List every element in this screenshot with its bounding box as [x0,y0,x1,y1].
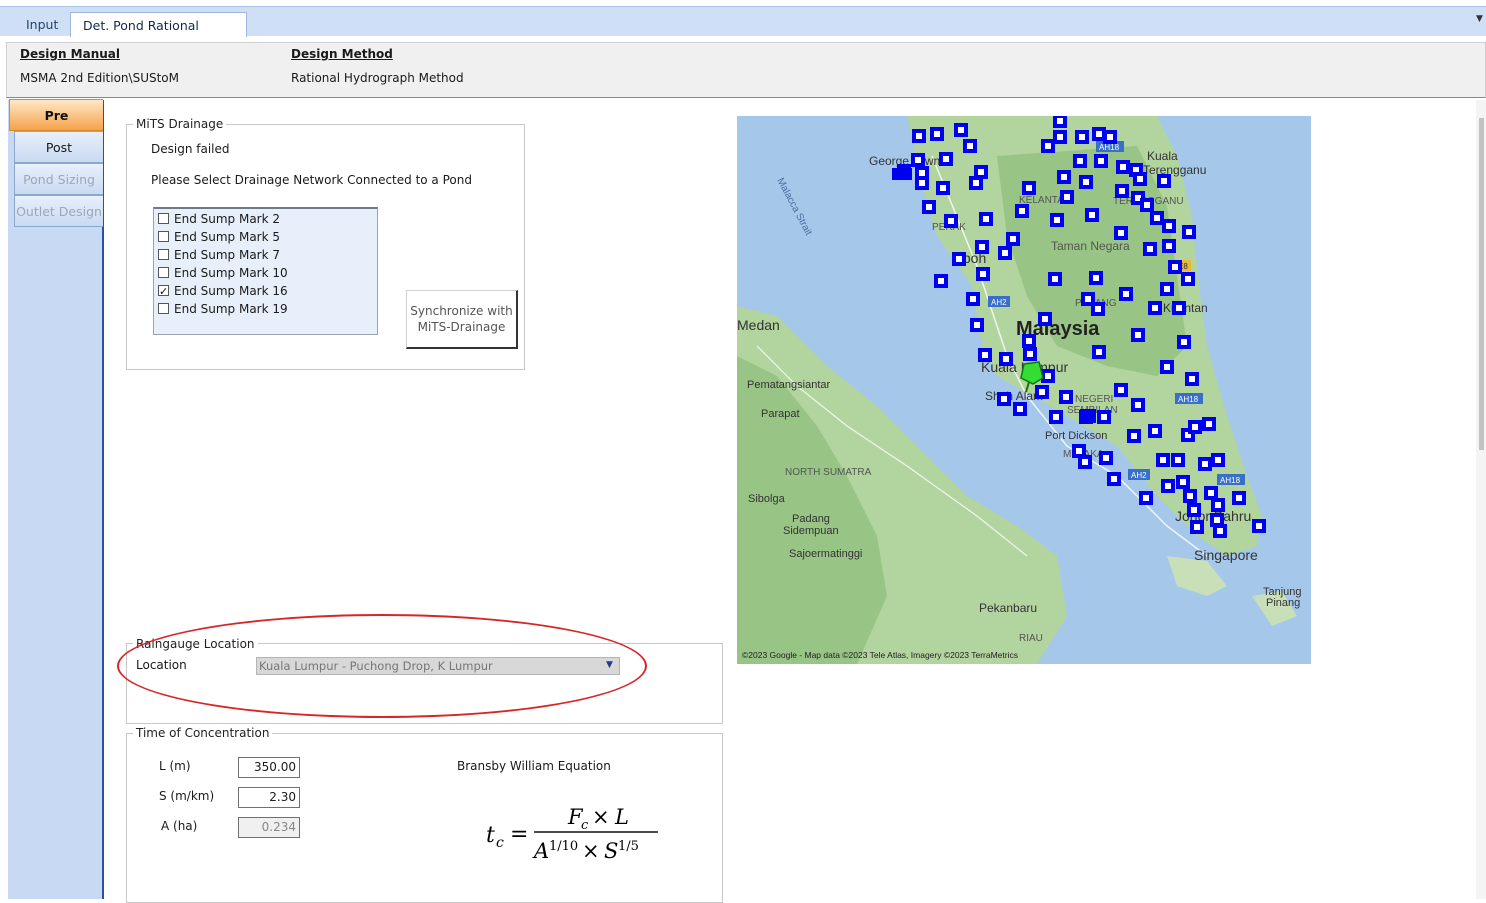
sump-checklist[interactable]: End Sump Mark 2 End Sump Mark 5 End Sump… [153,207,378,335]
bransby-williams-formula: t c = F c × L A 1/10 × S 1/5 [482,798,682,868]
nav-pre-button[interactable]: Pre [9,99,103,131]
sump-label: End Sump Mark 7 [174,248,281,262]
list-item[interactable]: End Sump Mark 10 [158,264,288,282]
map-label-terengganu-city: Terengganu [1143,163,1206,177]
sync-line-1: Synchronize with [410,304,513,318]
scrollbar-thumb[interactable] [1479,118,1484,450]
mits-drainage-title: MiTS Drainage [133,117,227,131]
map-label-sidempuan: Sidempuan [783,525,839,537]
map-label-padang: Padang [792,513,830,525]
shield-ah18-a: AH18 [1099,143,1120,152]
map-label-north-sumatra: NORTH SUMATRA [785,467,872,478]
checkbox[interactable] [158,249,169,260]
svg-text:=: = [510,822,528,847]
nav-post-button[interactable]: Post [14,131,103,163]
svg-text:c: c [496,835,504,851]
raingauge-location-title: Raingauge Location [133,637,258,651]
design-manual-value: MSMA 2nd Edition\SUStoM [20,71,179,85]
map-label-port-dickson: Port Dickson [1045,430,1107,442]
list-item[interactable]: End Sump Mark 5 [158,228,280,246]
sump-label: End Sump Mark 19 [174,302,288,316]
checkbox[interactable] [158,213,169,224]
svg-text:1/5: 1/5 [618,839,639,854]
length-input[interactable]: 350.00 [238,757,300,778]
svg-text:1/10: 1/10 [549,839,578,854]
svg-text:×: × [582,839,600,863]
tab-list-dropdown-icon[interactable]: ▼ [1476,14,1483,24]
nav-outlet-design-button[interactable]: Outlet Design [14,195,103,227]
map-attribution: ©2023 Google - Map data ©2023 Tele Atlas… [742,650,1018,660]
map-label-kuala: Kuala [1147,149,1178,163]
list-item[interactable]: End Sump Mark 19 [158,300,288,318]
map-label-pekanbaru: Pekanbaru [979,601,1037,615]
svg-text:t: t [486,823,495,848]
sump-label: End Sump Mark 2 [174,212,281,226]
chevron-down-icon[interactable]: ▼ [606,660,613,670]
area-label: A (ha) [161,819,198,833]
list-item[interactable]: End Sump Mark 2 [158,210,280,228]
sump-label: End Sump Mark 10 [174,266,288,280]
design-header-panel [6,42,1486,98]
sump-label: End Sump Mark 5 [174,230,281,244]
design-status-text: Design failed [151,142,230,156]
raingauge-map[interactable]: George Town Kuala Terengganu Malacca Str… [737,116,1311,664]
map-label-medan: Medan [737,317,780,333]
time-of-concentration-title: Time of Concentration [133,726,273,740]
svg-text:L: L [614,805,629,829]
map-label-sibolga: Sibolga [748,493,786,505]
map-label-parapat: Parapat [761,408,800,420]
map-canvas: George Town Kuala Terengganu Malacca Str… [737,116,1311,664]
svg-text:S: S [604,839,618,863]
design-manual-label: Design Manual [20,47,121,61]
svg-text:A: A [532,839,549,863]
shield-ah18-c: AH18 [1220,476,1241,485]
checkbox[interactable] [158,267,169,278]
checkbox[interactable] [158,303,169,314]
map-label-pematangsiantar: Pematangsiantar [747,379,830,391]
checkbox[interactable] [158,231,169,242]
map-label-taman-negara: Taman Negara [1051,239,1130,253]
sump-label: End Sump Mark 16 [174,284,288,298]
sync-line-2: MiTS-Drainage [417,320,506,334]
shield-ah2-b: AH2 [1131,471,1147,480]
select-network-instruction: Please Select Drainage Network Connected… [151,173,472,187]
map-label-sajoermatinggi: Sajoermatinggi [789,548,862,560]
tab-input[interactable]: Input [14,12,72,37]
map-label-shah-alam: Shah Alam [985,389,1043,403]
svg-text:×: × [592,805,610,829]
raingauge-location-group [126,643,723,724]
design-method-value: Rational Hydrograph Method [291,71,464,85]
shield-ah2-a: AH2 [991,298,1007,307]
location-select[interactable]: Kuala Lumpur - Puchong Drop, K Lumpur [256,657,620,675]
equation-name: Bransby William Equation [457,759,611,773]
list-item[interactable]: End Sump Mark 7 [158,246,280,264]
checkbox-checked[interactable] [158,283,169,301]
tab-det-pond-rational[interactable]: Det. Pond Rational MSMA 2 [70,12,247,58]
slope-label: S (m/km) [159,789,215,803]
map-label-singapore: Singapore [1194,547,1258,563]
area-value: 0.234 [238,817,300,838]
map-label-riau: RIAU [1019,633,1043,644]
map-label-pinang: Pinang [1266,597,1300,609]
location-label: Location [136,658,187,672]
nav-pond-sizing-button[interactable]: Pond Sizing [14,163,103,195]
list-item[interactable]: End Sump Mark 16 [158,282,288,301]
length-label: L (m) [159,759,191,773]
map-label-negeri: NEGERI [1075,394,1113,405]
design-method-label: Design Method [291,47,393,61]
slope-input[interactable]: 2.30 [238,787,300,808]
svg-text:c: c [581,818,589,833]
shield-ah18-b: AH18 [1178,395,1199,404]
synchronize-mits-button[interactable]: Synchronize with MiTS-Drainage [406,290,518,349]
